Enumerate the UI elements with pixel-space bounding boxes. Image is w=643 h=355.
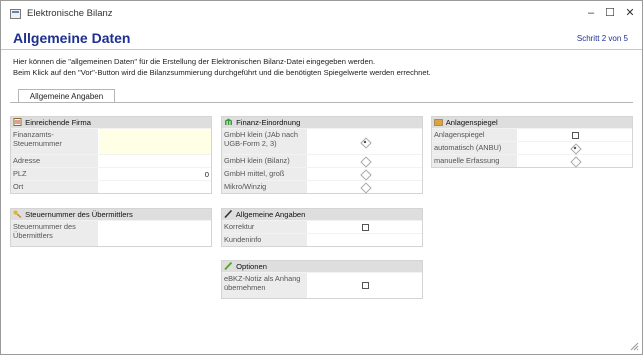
folder-icon	[434, 119, 443, 126]
close-button[interactable]: ✕	[623, 6, 637, 20]
minimize-button[interactable]: –	[584, 6, 598, 20]
label-korrektur: Korrektur	[222, 221, 308, 233]
uebermittler-title: Steuernummer des Übermittlers	[25, 210, 133, 219]
allgemein-panel: Allgemeine Angaben Korrektur Kundeninfo	[221, 208, 423, 247]
checkbox-anlagenspiegel[interactable]	[571, 131, 579, 139]
radio-automatisch-anbu[interactable]	[571, 144, 579, 152]
key-icon	[13, 210, 22, 218]
radio-gmbh-klein-bilanz[interactable]	[361, 157, 369, 165]
app-icon	[10, 9, 21, 19]
optionen-header: Optionen	[222, 261, 422, 272]
bank-icon	[224, 118, 233, 125]
label-adresse: Adresse	[11, 155, 99, 167]
finanz-title: Finanz-Einordnung	[236, 118, 301, 127]
anlagen-panel: Anlagenspiegel Anlagenspiegel automatisc…	[431, 116, 633, 168]
tab-allgemeine-angaben[interactable]: Allgemeine Angaben	[18, 89, 115, 103]
row-ebkz-notiz: eBKZ-Notiz als Anhang übernehmen	[222, 272, 422, 298]
row-gmbh-klein-bilanz: GmbH klein (Bilanz)	[222, 154, 422, 167]
intro-line-2: Beim Klick auf den "Vor"-Button wird die…	[13, 68, 431, 77]
option-automatisch-anbu[interactable]	[518, 142, 632, 154]
pen-icon	[224, 210, 233, 218]
intro-line-1: Hier können die "allgemeinen Daten" für …	[13, 57, 376, 66]
anlagen-title: Anlagenspiegel	[445, 118, 498, 127]
row-adresse: Adresse	[11, 154, 211, 167]
allgemein-title: Allgemeine Angaben	[235, 210, 306, 219]
checkbox-ebkz-notiz[interactable]	[361, 282, 369, 289]
label-kundeninfo: Kundeninfo	[222, 234, 308, 246]
resize-grip-icon[interactable]	[630, 342, 639, 351]
row-uebermittler-steuernummer: Steuernummer des Übermittlers	[11, 220, 211, 246]
row-steuernummer: Finanzamts-Steuernummer	[11, 128, 211, 154]
label-manuelle-erfassung: manuelle Erfassung	[432, 155, 518, 167]
firma-panel: Einreichende Firma Finanzamts-Steuernumm…	[10, 116, 212, 194]
row-anlagenspiegel: Anlagenspiegel	[432, 128, 632, 141]
row-gmbh-mittel-gross: GmbH mittel, groß	[222, 167, 422, 180]
label-anlagenspiegel: Anlagenspiegel	[432, 129, 518, 141]
option-gmbh-klein-jab[interactable]	[308, 129, 422, 154]
label-automatisch-anbu: automatisch (ANBU)	[432, 142, 518, 154]
window-title: Elektronische Bilanz	[27, 8, 113, 19]
optionen-panel: Optionen eBKZ-Notiz als Anhang übernehme…	[221, 260, 423, 299]
row-gmbh-klein-jab: GmbH klein (JAb nach UGB-Form 2, 3)	[222, 128, 422, 154]
row-mikro-winzig: Mikro/Winzig	[222, 180, 422, 193]
label-plz: PLZ	[11, 168, 99, 180]
label-mikro-winzig: Mikro/Winzig	[222, 181, 308, 193]
option-korrektur[interactable]	[308, 221, 422, 233]
tab-divider	[10, 102, 633, 103]
optionen-title: Optionen	[236, 262, 267, 271]
row-ort: Ort	[11, 180, 211, 193]
uebermittler-panel: Steuernummer des Übermittlers Steuernumm…	[10, 208, 212, 247]
label-uebermittler-steuernummer: Steuernummer des Übermittlers	[11, 221, 99, 246]
label-gmbh-mittel-gross: GmbH mittel, groß	[222, 168, 308, 180]
row-manuelle-erfassung: manuelle Erfassung	[432, 154, 632, 167]
option-anlagenspiegel[interactable]	[518, 129, 632, 141]
label-gmbh-klein-jab: GmbH klein (JAb nach UGB-Form 2, 3)	[222, 129, 308, 154]
row-automatisch-anbu: automatisch (ANBU)	[432, 141, 632, 154]
input-uebermittler-steuernummer[interactable]	[99, 221, 211, 246]
input-kundeninfo[interactable]	[308, 234, 422, 246]
radio-gmbh-mittel-gross[interactable]	[361, 170, 369, 178]
label-steuernummer: Finanzamts-Steuernummer	[11, 129, 99, 154]
finanz-panel: Finanz-Einordnung GmbH klein (JAb nach U…	[221, 116, 423, 194]
option-ebkz-notiz[interactable]	[308, 273, 422, 298]
radio-gmbh-klein-jab[interactable]	[361, 138, 369, 146]
title-bar[interactable]: Elektronische Bilanz – ☐ ✕	[1, 1, 642, 27]
allgemein-header: Allgemeine Angaben	[222, 209, 422, 220]
label-ort: Ort	[11, 181, 99, 193]
input-plz[interactable]: 0	[99, 168, 211, 180]
document-icon	[13, 118, 22, 126]
radio-manuelle-erfassung[interactable]	[571, 157, 579, 165]
intro-text: Hier können die "allgemeinen Daten" für …	[13, 56, 431, 78]
input-ort[interactable]	[99, 181, 211, 193]
finanz-header: Finanz-Einordnung	[222, 117, 422, 128]
pencil-icon	[224, 262, 233, 270]
dialog-window: Elektronische Bilanz – ☐ ✕ Allgemeine Da…	[0, 0, 643, 355]
row-korrektur: Korrektur	[222, 220, 422, 233]
uebermittler-header: Steuernummer des Übermittlers	[11, 209, 211, 220]
option-manuelle-erfassung[interactable]	[518, 155, 632, 167]
row-plz: PLZ 0	[11, 167, 211, 180]
input-steuernummer[interactable]	[99, 129, 211, 154]
maximize-button[interactable]: ☐	[603, 6, 617, 20]
label-gmbh-klein-bilanz: GmbH klein (Bilanz)	[222, 155, 308, 167]
page-title: Allgemeine Daten	[13, 30, 131, 46]
label-ebkz-notiz: eBKZ-Notiz als Anhang übernehmen	[222, 273, 308, 298]
anlagen-header: Anlagenspiegel	[432, 117, 632, 128]
option-gmbh-klein-bilanz[interactable]	[308, 155, 422, 167]
firma-header: Einreichende Firma	[11, 117, 211, 128]
option-gmbh-mittel-gross[interactable]	[308, 168, 422, 180]
step-indicator: Schritt 2 von 5	[576, 34, 628, 43]
row-kundeninfo: Kundeninfo	[222, 233, 422, 246]
checkbox-korrektur[interactable]	[361, 223, 369, 231]
header-divider	[1, 49, 642, 50]
radio-mikro-winzig[interactable]	[361, 183, 369, 191]
option-mikro-winzig[interactable]	[308, 181, 422, 193]
firma-title: Einreichende Firma	[25, 118, 91, 127]
input-adresse[interactable]	[99, 155, 211, 167]
